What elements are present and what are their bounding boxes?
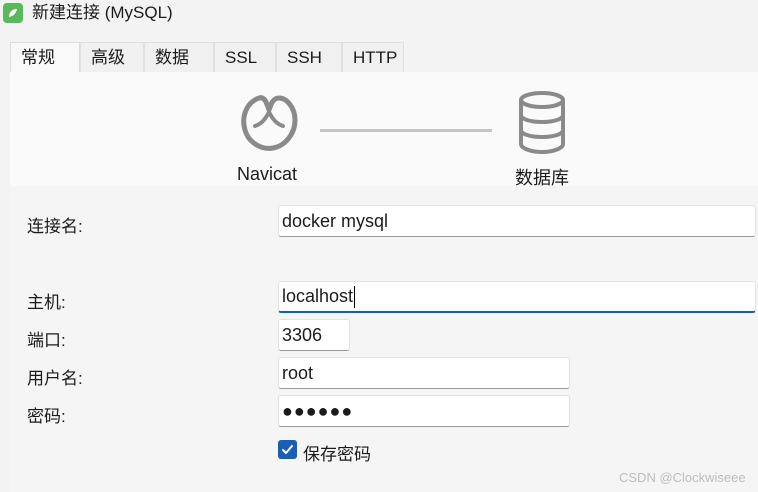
title-bar: 新建连接 (MySQL) [0, 0, 758, 32]
navicat-logo-icon [241, 95, 298, 151]
host-input[interactable]: localhost [278, 281, 756, 313]
watermark: CSDN @Clockwiseee [619, 470, 746, 485]
connection-name-value: docker mysql [282, 210, 389, 231]
checkmark-icon [282, 445, 293, 454]
username-input[interactable]: root [278, 357, 570, 389]
navicat-app-icon [3, 3, 23, 23]
tab-databases[interactable]: 数据库 [144, 42, 214, 97]
navicat-label: Navicat [237, 164, 298, 184]
save-password-label[interactable]: 保存密码 [303, 440, 371, 465]
connection-name-input[interactable]: docker mysql [278, 205, 756, 237]
database-label: 数据库 [515, 168, 569, 188]
port-input[interactable]: 3306 [278, 319, 350, 351]
username-value: root [282, 362, 314, 383]
tab-bar: 常规 高级 数据库 SSL SSH HTTP [10, 42, 404, 97]
tab-general[interactable]: 常规 [10, 42, 80, 73]
host-label: 主机: [27, 293, 66, 312]
port-value: 3306 [282, 324, 323, 345]
tab-ssl[interactable]: SSL [214, 42, 276, 72]
connection-name-label: 连接名: [27, 217, 83, 236]
password-value: ●●●●●● [282, 400, 354, 421]
window-title: 新建连接 (MySQL) [32, 3, 173, 22]
database-icon [519, 91, 565, 154]
tab-advanced[interactable]: 高级 [80, 42, 144, 72]
host-value: localhost [282, 286, 354, 306]
password-label: 密码: [27, 407, 66, 426]
connector-line [320, 129, 492, 132]
save-password-checkbox[interactable] [278, 440, 297, 459]
text-caret [354, 285, 356, 308]
tab-ssh[interactable]: SSH [276, 42, 342, 72]
username-label: 用户名: [27, 369, 83, 388]
tab-http[interactable]: HTTP [342, 42, 404, 72]
port-label: 端口: [27, 331, 66, 350]
password-input[interactable]: ●●●●●● [278, 395, 570, 427]
